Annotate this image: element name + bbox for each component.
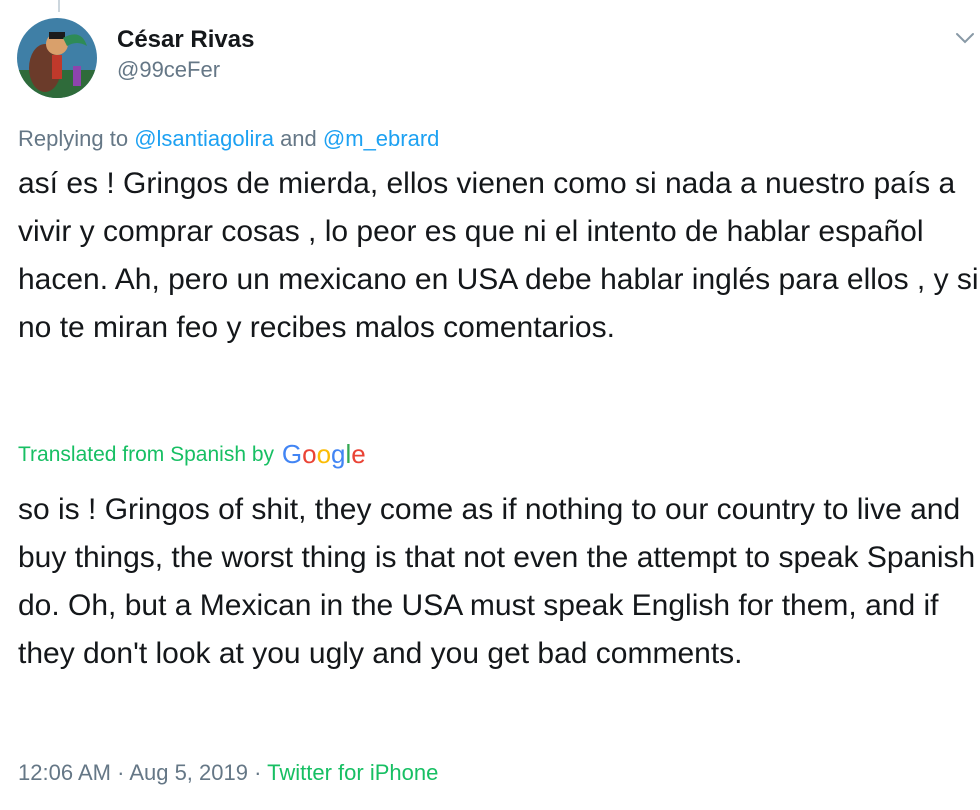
tweet-text-translated: so is ! Gringos of shit, they come as if… <box>18 493 976 670</box>
avatar[interactable] <box>17 18 97 98</box>
tweet-author[interactable]: César Rivas @99ceFer <box>117 24 254 84</box>
user-handle[interactable]: @99ceFer <box>117 56 254 84</box>
translation-label: Translated from Spanish by <box>18 443 275 466</box>
tweet-date[interactable]: Aug 5, 2019 <box>129 760 248 785</box>
tweet-source-link[interactable]: Twitter for iPhone <box>267 760 438 785</box>
meta-separator: · <box>254 760 262 785</box>
display-name[interactable]: César Rivas <box>117 24 254 56</box>
avatar-image <box>17 18 97 98</box>
chevron-down-icon <box>956 33 974 44</box>
replying-to-label: Replying to <box>18 126 129 151</box>
tweet-metadata: 12:06 AM · Aug 5, 2019 · Twitter for iPh… <box>18 757 438 789</box>
translation-attribution[interactable]: Translated from Spanish by Google <box>18 438 366 471</box>
reply-mention-link[interactable]: @m_ebrard <box>323 126 440 151</box>
thread-connector-line <box>58 0 60 12</box>
reply-mention-link[interactable]: @lsantiagolira <box>134 126 274 151</box>
more-options-button[interactable] <box>954 30 976 46</box>
tweet-text-original: así es ! Gringos de mierda, ellos vienen… <box>18 167 979 344</box>
replying-to: Replying to @lsantiagolira and @m_ebrard <box>18 124 439 154</box>
tweet-time[interactable]: 12:06 AM <box>18 760 111 785</box>
google-logo: Google <box>281 439 366 469</box>
meta-separator: · <box>117 760 125 785</box>
replying-to-conjunction: and <box>280 126 317 151</box>
